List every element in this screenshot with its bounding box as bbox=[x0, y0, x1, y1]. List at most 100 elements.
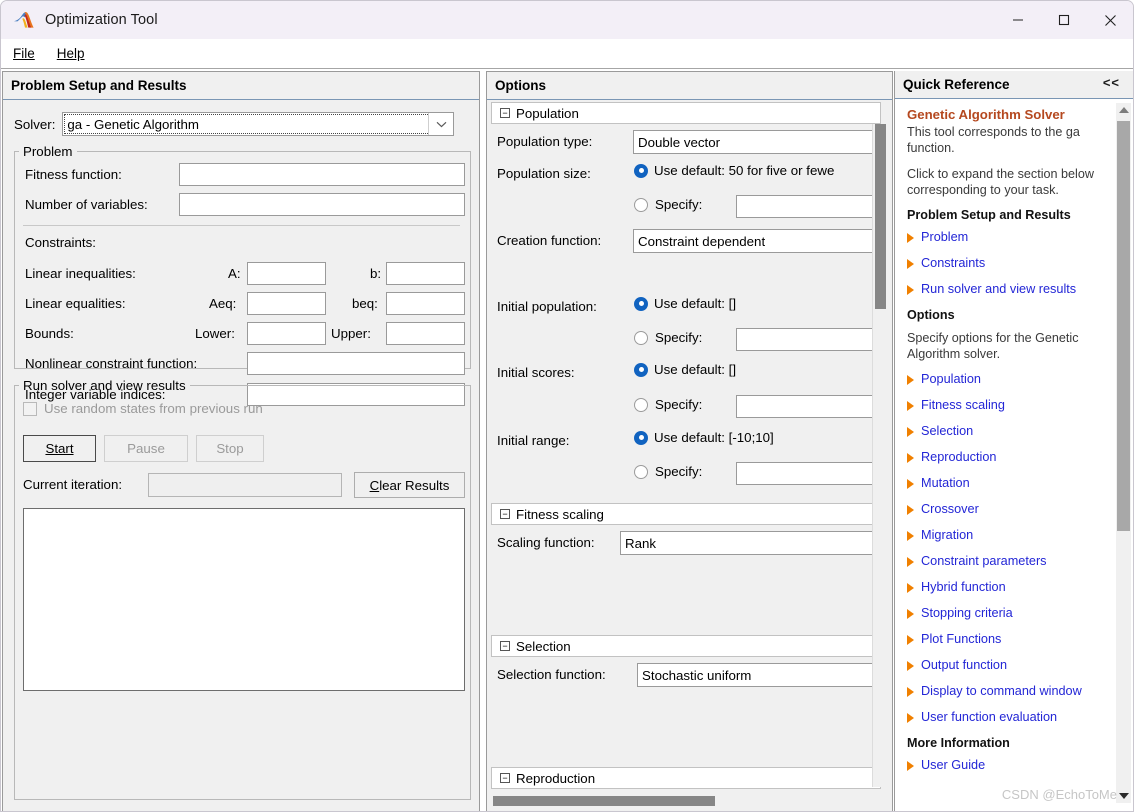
options-horizontal-scrollbar[interactable] bbox=[493, 794, 879, 808]
initial-range-specify-radio-row[interactable]: Specify: bbox=[634, 464, 702, 479]
qr-link-crossover[interactable]: Crossover bbox=[907, 502, 1103, 516]
initial-scores-specify-radio[interactable] bbox=[634, 397, 648, 412]
problem-setup-body: Solver: ga - Genetic Algorithm Problem F… bbox=[3, 100, 479, 811]
collapse-minus-icon[interactable]: − bbox=[500, 641, 510, 651]
fitness-function-input[interactable] bbox=[179, 163, 465, 186]
qr-link-user-guide[interactable]: User Guide bbox=[907, 758, 1103, 772]
quick-reference-scrollbar[interactable] bbox=[1116, 103, 1131, 803]
qr-link-mutation[interactable]: Mutation bbox=[907, 476, 1103, 490]
start-button-label: Start bbox=[45, 441, 74, 456]
initial-range-default-radio-row[interactable]: Use default: [-10;10] bbox=[634, 430, 774, 445]
collapse-minus-icon[interactable]: − bbox=[500, 509, 510, 519]
qr-link-stopping-criteria[interactable]: Stopping criteria bbox=[907, 606, 1103, 620]
section-header-reproduction[interactable]: − Reproduction bbox=[491, 767, 881, 789]
a-input[interactable] bbox=[247, 262, 326, 285]
options-horizontal-scroll-thumb[interactable] bbox=[493, 796, 715, 806]
initial-population-specify-radio-row[interactable]: Specify: bbox=[634, 330, 702, 345]
qr-link-plot-functions[interactable]: Plot Functions bbox=[907, 632, 1103, 646]
initial-scores-specify-radio-row[interactable]: Specify: bbox=[634, 397, 702, 412]
menu-file[interactable]: File bbox=[3, 46, 45, 61]
close-button[interactable] bbox=[1087, 1, 1133, 39]
triangle-right-icon bbox=[907, 531, 914, 541]
initial-population-specify-radio[interactable] bbox=[634, 330, 648, 345]
beq-label: beq: bbox=[352, 296, 378, 311]
qr-link-run-solver[interactable]: Run solver and view results bbox=[907, 282, 1103, 296]
population-size-specify-radio[interactable] bbox=[634, 197, 648, 212]
population-type-select[interactable]: Double vector bbox=[633, 130, 883, 154]
creation-function-label: Creation function: bbox=[497, 233, 602, 248]
triangle-right-icon bbox=[907, 427, 914, 437]
scaling-function-select[interactable]: Rank bbox=[620, 531, 883, 555]
population-size-default-radio-row[interactable]: Use default: 50 for five or fewe bbox=[634, 163, 883, 178]
collapse-minus-icon[interactable]: − bbox=[500, 108, 510, 118]
qr-link-display-command-window[interactable]: Display to command window bbox=[907, 684, 1103, 698]
minimize-button[interactable] bbox=[995, 1, 1041, 39]
selection-function-select[interactable]: Stochastic uniform bbox=[637, 663, 883, 687]
qr-link-user-guide-label: User Guide bbox=[921, 758, 986, 772]
section-header-population[interactable]: − Population bbox=[491, 102, 881, 124]
section-header-selection[interactable]: − Selection bbox=[491, 635, 881, 657]
options-vertical-scroll-thumb[interactable] bbox=[875, 124, 886, 309]
qr-link-user-function-evaluation[interactable]: User function evaluation bbox=[907, 710, 1103, 724]
scroll-down-arrow-icon[interactable] bbox=[1119, 793, 1129, 799]
quick-reference-scroll-thumb[interactable] bbox=[1117, 121, 1130, 531]
initial-population-default-radio[interactable] bbox=[634, 296, 648, 311]
clear-results-button[interactable]: Clear Results bbox=[354, 472, 465, 498]
nonlinear-constraint-input[interactable] bbox=[247, 352, 465, 375]
initial-scores-default-radio[interactable] bbox=[634, 362, 648, 377]
qr-link-fitness-scaling-label: Fitness scaling bbox=[921, 398, 1005, 412]
population-size-specify-input[interactable] bbox=[736, 195, 883, 218]
maximize-button[interactable] bbox=[1041, 1, 1087, 39]
results-textarea[interactable] bbox=[23, 508, 465, 691]
initial-range-specify-radio[interactable] bbox=[634, 464, 648, 479]
population-size-specify-radio-row[interactable]: Specify: bbox=[634, 197, 702, 212]
qr-link-output-function[interactable]: Output function bbox=[907, 658, 1103, 672]
qr-link-reproduction[interactable]: Reproduction bbox=[907, 450, 1103, 464]
start-button[interactable]: Start bbox=[23, 435, 96, 462]
collapse-minus-icon[interactable]: − bbox=[500, 773, 510, 783]
scroll-up-arrow-icon[interactable] bbox=[1119, 107, 1129, 113]
qr-link-population[interactable]: Population bbox=[907, 372, 1103, 386]
random-states-checkbox-row[interactable]: Use random states from previous run bbox=[23, 401, 263, 416]
lower-input[interactable] bbox=[247, 322, 326, 345]
solver-select[interactable]: ga - Genetic Algorithm bbox=[62, 112, 455, 136]
initial-population-default-radio-row[interactable]: Use default: [] bbox=[634, 296, 736, 311]
qr-link-fitness-scaling[interactable]: Fitness scaling bbox=[907, 398, 1103, 412]
initial-range-specify-input[interactable] bbox=[736, 462, 883, 485]
initial-population-specify-input[interactable] bbox=[736, 328, 883, 351]
qr-link-constraints[interactable]: Constraints bbox=[907, 256, 1103, 270]
qr-link-plot-functions-label: Plot Functions bbox=[921, 632, 1002, 646]
section-header-fitness-scaling[interactable]: − Fitness scaling bbox=[491, 503, 881, 525]
population-size-default-radio[interactable] bbox=[634, 163, 648, 178]
beq-input[interactable] bbox=[386, 292, 465, 315]
solver-label: Solver: bbox=[14, 116, 56, 132]
upper-input[interactable] bbox=[386, 322, 465, 345]
number-of-variables-input[interactable] bbox=[179, 193, 465, 216]
problem-group: Problem Fitness function: Number of vari… bbox=[14, 144, 471, 406]
qr-link-hybrid-function[interactable]: Hybrid function bbox=[907, 580, 1103, 594]
population-type-value: Double vector bbox=[638, 134, 721, 150]
qr-link-constraint-parameters[interactable]: Constraint parameters bbox=[907, 554, 1103, 568]
quick-reference-collapse-button[interactable]: << bbox=[1103, 75, 1120, 90]
aeq-input[interactable] bbox=[247, 292, 326, 315]
qr-link-problem[interactable]: Problem bbox=[907, 230, 1103, 244]
b-input[interactable] bbox=[386, 262, 465, 285]
qr-paragraph-2: Click to expand the section below corres… bbox=[907, 167, 1094, 197]
initial-scores-default-radio-row[interactable]: Use default: [] bbox=[634, 362, 736, 377]
initial-range-default-radio[interactable] bbox=[634, 430, 648, 445]
number-of-variables-label: Number of variables: bbox=[25, 197, 148, 212]
pause-button[interactable]: Pause bbox=[104, 435, 188, 462]
menu-file-label: File bbox=[13, 46, 35, 61]
creation-function-select[interactable]: Constraint dependent bbox=[633, 229, 883, 253]
matlab-membrane-icon bbox=[14, 12, 34, 28]
menu-help[interactable]: Help bbox=[47, 46, 95, 61]
initial-scores-specify-input[interactable] bbox=[736, 395, 883, 418]
triangle-right-icon bbox=[907, 479, 914, 489]
qr-link-selection[interactable]: Selection bbox=[907, 424, 1103, 438]
random-states-checkbox[interactable] bbox=[23, 401, 37, 416]
stop-button[interactable]: Stop bbox=[196, 435, 264, 462]
aeq-label: Aeq: bbox=[209, 296, 237, 311]
options-vertical-scrollbar[interactable] bbox=[872, 124, 888, 787]
qr-link-migration[interactable]: Migration bbox=[907, 528, 1103, 542]
triangle-right-icon bbox=[907, 635, 914, 645]
